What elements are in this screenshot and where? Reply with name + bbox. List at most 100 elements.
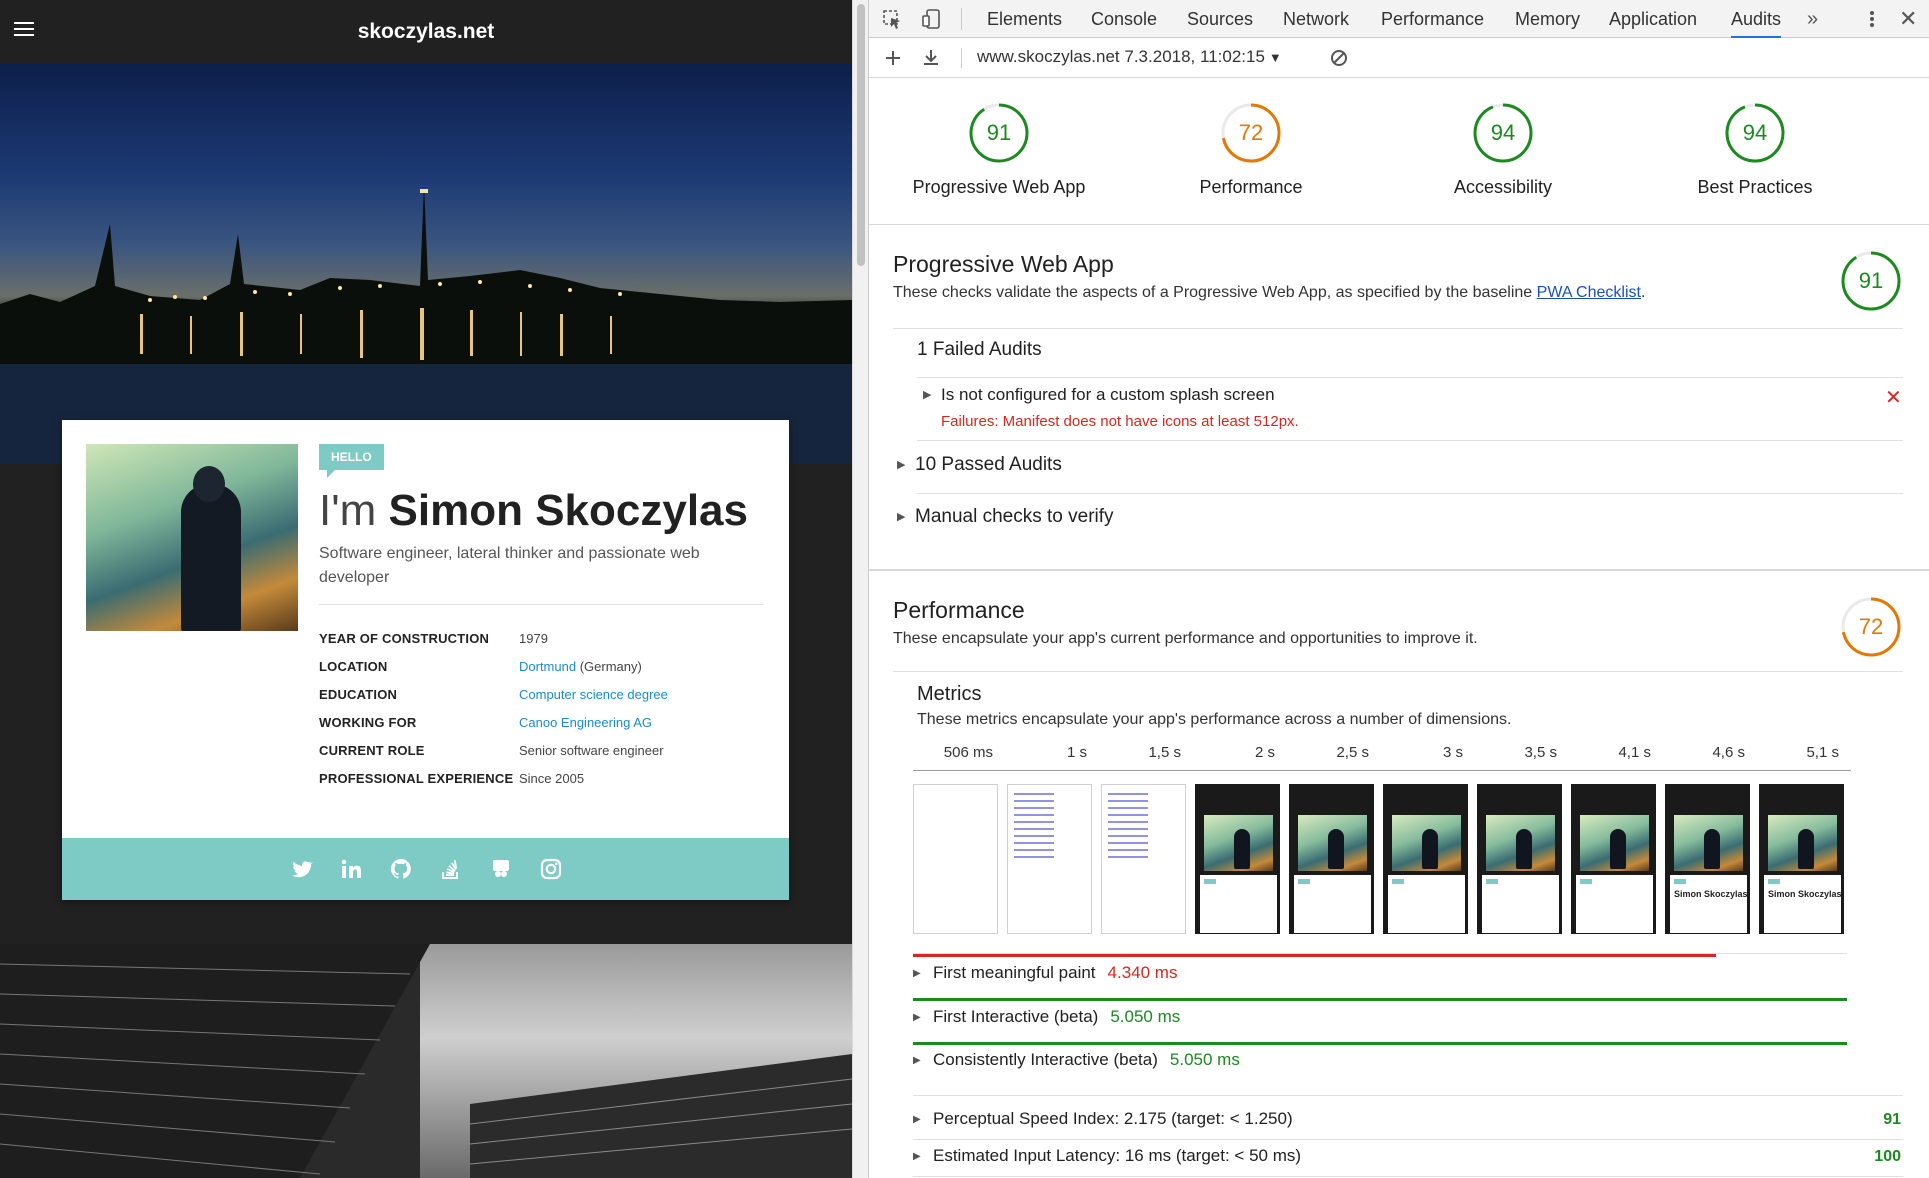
website-viewport: skoczylas.net HELLO I'm Simon Skoczylas … xyxy=(0,0,852,1178)
github-icon[interactable] xyxy=(389,857,413,881)
fact-value: Since 2005 xyxy=(519,771,584,786)
inspect-element-icon[interactable] xyxy=(881,8,903,30)
timeline-tick: 2 s xyxy=(1254,744,1275,761)
fact-value: Dortmund (Germany) xyxy=(519,659,642,674)
score-summary: 91 Progressive Web App 72 Performance 94 Acce… xyxy=(869,79,1929,225)
frame-badge xyxy=(1204,879,1216,884)
section-score-value: 91 xyxy=(1858,268,1884,293)
tab-network[interactable]: Network xyxy=(1283,0,1349,38)
more-tabs-icon[interactable]: » xyxy=(1807,0,1818,38)
frame-photo xyxy=(1298,815,1367,871)
failed-audit-splash-screen[interactable]: ▶ Is not configured for a custom splash s… xyxy=(923,385,1275,405)
frame-badge xyxy=(1298,879,1310,884)
tab-performance[interactable]: Performance xyxy=(1381,0,1484,38)
clear-reports-icon[interactable] xyxy=(1329,48,1349,68)
metric-label: First Interactive (beta) xyxy=(933,1007,1099,1026)
tab-application[interactable]: Application xyxy=(1609,0,1697,38)
manual-checks-group[interactable]: ▶ Manual checks to verify xyxy=(897,506,1114,528)
filmstrip-frame xyxy=(1195,784,1280,934)
metric-value: 4.340 ms xyxy=(1107,963,1178,982)
expand-triangle-icon: ▶ xyxy=(913,1151,921,1162)
fact-value: Computer science degree xyxy=(519,687,668,702)
failed-audit-detail: Failures: Manifest does not have icons a… xyxy=(941,413,1299,430)
timeline-tick: 1,5 s xyxy=(1148,744,1181,761)
buildings-photo xyxy=(0,944,852,1178)
devtools-menu-icon[interactable] xyxy=(1867,8,1877,30)
metric-row[interactable]: ▶ First meaningful paint 4.340 ms xyxy=(913,963,1177,983)
metric-score: 91 xyxy=(1883,1111,1901,1128)
instagram-icon[interactable] xyxy=(539,857,563,881)
fact-row: EDUCATION Computer science degree xyxy=(319,680,668,708)
timeline-tick: 4,1 s xyxy=(1618,744,1651,761)
tab-console[interactable]: Console xyxy=(1091,0,1157,38)
stackoverflow-icon[interactable] xyxy=(439,857,463,881)
pwa-description: These checks validate the aspects of a P… xyxy=(893,284,1903,302)
linkedin-icon[interactable] xyxy=(339,857,363,881)
fact-key: LOCATION xyxy=(319,658,388,674)
close-devtools-icon[interactable]: ✕ xyxy=(1899,0,1917,38)
audits-toolbar: www.skoczylas.net 7.3.2018, 11:02:15 ▼ xyxy=(869,38,1929,78)
hello-badge: HELLO xyxy=(319,444,384,478)
metric-row[interactable]: ▶ First Interactive (beta) 5.050 ms xyxy=(913,1007,1180,1027)
filmstrip-frame xyxy=(1571,784,1656,934)
tab-elements[interactable]: Elements xyxy=(987,0,1062,38)
score-best-practices[interactable]: 94 Best Practices xyxy=(1645,101,1865,198)
metric-label: Estimated Input Latency: 16 ms (target: … xyxy=(933,1146,1302,1165)
score-accessibility[interactable]: 94 Accessibility xyxy=(1393,101,1613,198)
fact-link[interactable]: Computer science degree xyxy=(519,687,668,702)
score-label: Performance xyxy=(1199,177,1303,197)
frame-photo xyxy=(1674,815,1743,871)
twitter-icon[interactable] xyxy=(289,857,313,881)
fact-row: WORKING FOR Canoo Engineering AG xyxy=(319,708,668,736)
performance-section: Performance These encapsulate your app's… xyxy=(893,597,1903,657)
site-title[interactable]: skoczylas.net xyxy=(358,20,495,44)
slideshare-icon[interactable] xyxy=(489,857,513,881)
profile-photo xyxy=(86,444,298,631)
fact-row: CURRENT ROLE Senior software engineer xyxy=(319,736,668,764)
new-audit-icon[interactable] xyxy=(883,48,903,68)
device-toolbar-icon[interactable] xyxy=(921,8,943,30)
frame-name-text: Simon Skoczylas xyxy=(1768,889,1842,899)
timeline-tick: 5,1 s xyxy=(1806,744,1839,761)
score-performance[interactable]: 72 Performance xyxy=(1141,101,1361,198)
manual-checks-label: Manual checks to verify xyxy=(915,506,1114,527)
failed-audits-group[interactable]: 1 Failed Audits xyxy=(917,339,1042,361)
expand-triangle-icon: ▶ xyxy=(897,459,906,471)
metric-score: 100 xyxy=(1874,1148,1901,1165)
download-report-icon[interactable] xyxy=(921,48,941,68)
score-progressive-web-app[interactable]: 91 Progressive Web App xyxy=(889,101,1109,198)
fact-link[interactable]: Canoo Engineering AG xyxy=(519,715,652,730)
pwa-checklist-link[interactable]: PWA Checklist xyxy=(1537,284,1641,301)
metric-bar xyxy=(913,954,1716,957)
tab-audits[interactable]: Audits xyxy=(1731,0,1782,38)
tab-memory[interactable]: Memory xyxy=(1515,0,1580,38)
timeline-tick: 3,5 s xyxy=(1524,744,1557,761)
report-selector[interactable]: www.skoczylas.net 7.3.2018, 11:02:15 ▼ xyxy=(977,47,1282,67)
devtools-tab-bar: Elements Console Sources Network Performance… xyxy=(869,0,1929,38)
timeline-tick: 1 s xyxy=(1066,744,1087,761)
fact-value-text: Senior software engineer xyxy=(519,742,664,758)
opportunity-metric-row[interactable]: ▶ Perceptual Speed Index: 2.175 (target: … xyxy=(913,1109,1293,1129)
website-scrollbar-thumb[interactable] xyxy=(857,4,865,266)
frame-photo xyxy=(1580,815,1649,871)
score-value: 91 xyxy=(986,120,1012,145)
score-gauge: 72 xyxy=(1219,101,1283,165)
metric-row[interactable]: ▶ Consistently Interactive (beta) 5.050 ms xyxy=(913,1050,1240,1070)
score-gauge: 94 xyxy=(1723,101,1787,165)
website-scrollbar[interactable] xyxy=(852,0,868,1178)
fact-row: YEAR OF CONSTRUCTION 1979 xyxy=(319,624,668,652)
frame-photo xyxy=(1204,815,1273,871)
fact-suffix: (Germany) xyxy=(576,658,642,674)
chevron-down-icon: ▼ xyxy=(1268,50,1282,65)
opportunity-metric-row[interactable]: ▶ Estimated Input Latency: 16 ms (target:… xyxy=(913,1146,1301,1166)
filmstrip-frame xyxy=(1289,784,1374,934)
pwa-description-text: These checks validate the aspects of a P… xyxy=(893,284,1533,301)
section-divider xyxy=(869,569,1929,571)
fact-link[interactable]: Dortmund xyxy=(519,659,576,674)
tab-sources[interactable]: Sources xyxy=(1187,0,1253,38)
hero-city-night-image xyxy=(0,64,852,464)
hamburger-menu-icon[interactable] xyxy=(14,22,34,38)
score-gauge: 94 xyxy=(1471,101,1535,165)
audits-report: 91 Progressive Web App 72 Performance 94 Acce… xyxy=(869,79,1929,1178)
passed-audits-group[interactable]: ▶ 10 Passed Audits xyxy=(897,454,1062,476)
